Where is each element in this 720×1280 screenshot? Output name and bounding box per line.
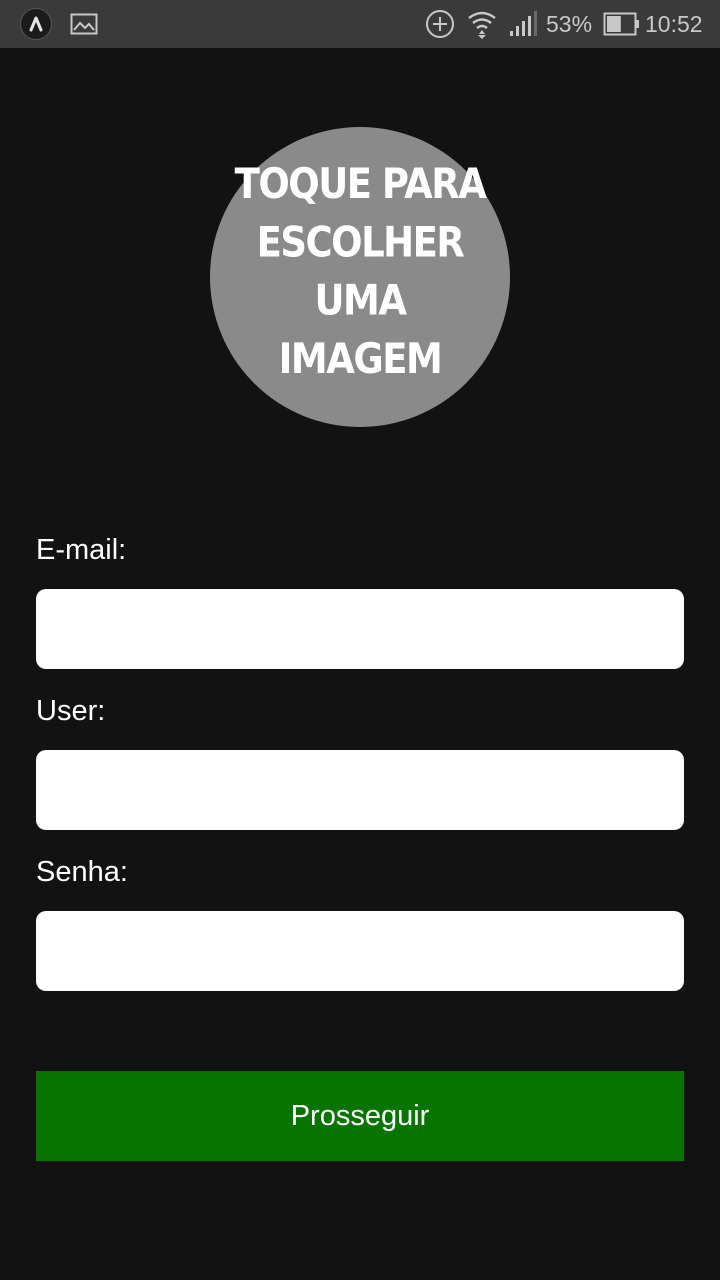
status-bar: 53% 10:52 [0, 0, 720, 48]
signup-screen: 53% 10:52 TOQUE PARA ESCOLHER UMA IMAGEM… [0, 0, 720, 1280]
email-label: E-mail: [36, 534, 127, 566]
battery-icon [603, 12, 641, 41]
password-field[interactable] [36, 911, 684, 991]
user-field[interactable] [36, 750, 684, 830]
avatar-picker[interactable]: TOQUE PARA ESCOLHER UMA IMAGEM [210, 127, 510, 427]
proceed-button[interactable]: Prosseguir [36, 1071, 684, 1161]
avatar-picker-label: TOQUE PARA ESCOLHER UMA IMAGEM [234, 160, 487, 383]
app-launcher-icon [20, 8, 52, 40]
gallery-icon [70, 13, 98, 40]
wifi-icon [466, 8, 498, 45]
add-circle-icon [425, 9, 455, 44]
cell-signal-icon [508, 10, 538, 43]
user-label: User: [36, 695, 106, 727]
password-label: Senha: [36, 856, 128, 888]
clock: 10:52 [645, 11, 703, 37]
battery-percentage: 53% [546, 11, 593, 37]
email-field[interactable] [36, 589, 684, 669]
